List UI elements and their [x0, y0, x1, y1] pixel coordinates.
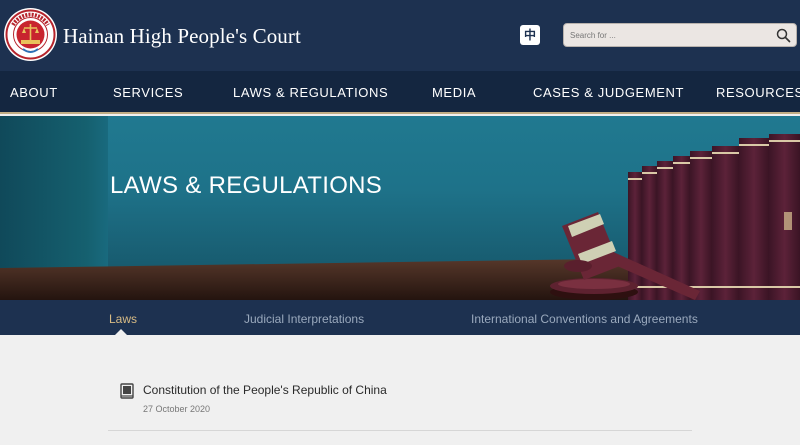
nav-item-laws-regulations[interactable]: LAWS & REGULATIONS	[233, 85, 388, 100]
entry-date: 27 October 2020	[143, 404, 211, 414]
court-emblem-icon[interactable]	[4, 8, 57, 61]
hero-banner: LAWS & REGULATIONS	[0, 116, 800, 300]
list-divider	[108, 430, 692, 431]
court-name[interactable]: Hainan High People's Court	[63, 24, 301, 49]
nav-item-media[interactable]: MEDIA	[432, 85, 476, 100]
nav-item-services[interactable]: SERVICES	[113, 85, 183, 100]
search-input[interactable]	[570, 26, 770, 44]
main-navigation: ABOUT SERVICES LAWS & REGULATIONS MEDIA …	[0, 71, 800, 114]
emblem-graphic	[5, 9, 56, 60]
law-list: Constitution of the People's Republic of…	[0, 335, 800, 445]
tab-international-conventions[interactable]: International Conventions and Agreements	[471, 312, 698, 326]
gavel-books-illustration	[0, 134, 800, 300]
entry-title-link[interactable]: Constitution of the People's Republic of…	[143, 383, 387, 397]
search-icon[interactable]	[776, 28, 791, 43]
tab-laws[interactable]: Laws	[109, 312, 137, 326]
search-box	[563, 23, 797, 47]
site-header: Hainan High People's Court 中	[0, 0, 800, 71]
nav-item-about[interactable]: ABOUT	[10, 85, 58, 100]
book-icon	[120, 383, 134, 399]
tab-judicial-interpretations[interactable]: Judicial Interpretations	[244, 312, 364, 326]
nav-item-resources[interactable]: RESOURCES	[716, 85, 800, 100]
hero-title: LAWS & REGULATIONS	[110, 172, 383, 199]
language-toggle-button[interactable]: 中	[520, 25, 540, 45]
nav-item-cases-judgement[interactable]: CASES & JUDGEMENT	[533, 85, 684, 100]
